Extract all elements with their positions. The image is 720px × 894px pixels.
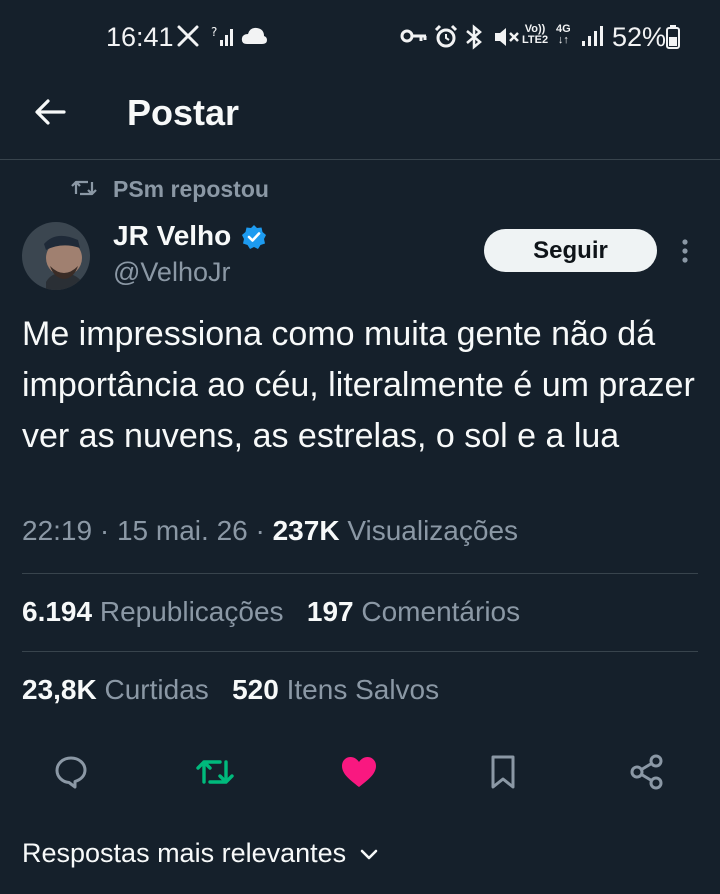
comments-label: Comentários [361, 596, 521, 627]
stats-row-1: 6.194 Republicações 197 Comentários [22, 596, 520, 628]
key-icon [400, 24, 428, 48]
likes-stat[interactable]: 23,8K Curtidas [22, 674, 209, 705]
tweet-meta: 22:19 · 15 mai. 26 · 237K Visualizações [22, 515, 518, 547]
stats-row-2: 23,8K Curtidas 520 Itens Salvos [22, 674, 439, 706]
reply-icon [55, 756, 87, 789]
like-icon [342, 757, 376, 787]
cloud-icon [240, 24, 268, 48]
avatar[interactable] [22, 222, 90, 290]
meta-divider [22, 573, 698, 574]
author-handle[interactable]: @VelhoJr [113, 257, 230, 288]
status-bar: 16:41 ? Vo)) LTE2 4G ↓↑ 52% [0, 0, 720, 78]
likes-count: 23,8K [22, 674, 97, 705]
reposts-stat[interactable]: 6.194 Republicações [22, 596, 284, 627]
saves-count: 520 [232, 674, 279, 705]
tweet-text: Me impressiona como muita gente não dá i… [22, 315, 695, 455]
views-count: 237K [272, 515, 340, 546]
share-icon [630, 754, 663, 790]
signal-icon [580, 24, 604, 48]
more-vertical-icon [682, 239, 688, 263]
share-button[interactable] [627, 752, 667, 792]
svg-text:?: ? [211, 25, 217, 39]
meta-separator: · [247, 515, 273, 546]
reply-button[interactable] [51, 752, 91, 792]
bookmark-icon [491, 755, 515, 789]
4g-icon: 4G ↓↑ [556, 23, 571, 46]
no-signal-icon: ? [210, 24, 236, 48]
meta-separator: · [92, 515, 117, 546]
bookmark-button[interactable] [483, 752, 523, 792]
x-logo-icon [176, 24, 200, 48]
battery-icon [666, 24, 680, 50]
comments-stat[interactable]: 197 Comentários [307, 596, 520, 627]
comments-count: 197 [306, 596, 354, 627]
page-title: Postar [127, 92, 240, 133]
battery-percent: 52% [612, 22, 667, 52]
back-button[interactable] [28, 90, 72, 134]
reposts-count: 6.194 [22, 596, 93, 627]
reposts-label: Republicações [99, 596, 284, 627]
likes-label: Curtidas [104, 674, 209, 705]
tweet-time: 22:19 [22, 515, 93, 546]
repost-label[interactable]: PSm repostou [113, 176, 269, 203]
header-divider [0, 159, 720, 160]
repost-indicator-icon [70, 177, 98, 204]
chevron-down-icon [360, 849, 378, 859]
bluetooth-icon [464, 24, 484, 50]
retweet-icon [196, 760, 234, 784]
mute-icon [492, 24, 520, 50]
views-label: Visualizações [347, 515, 519, 546]
verified-badge-icon [241, 224, 267, 255]
volte-bottom-label: LTE2 [522, 34, 549, 46]
tweet-date: 15 mai. 26 [116, 515, 248, 546]
arrow-left-icon [35, 99, 66, 125]
more-options-button[interactable] [674, 234, 696, 268]
author-name[interactable]: JR Velho [113, 220, 231, 252]
volte-icon: Vo)) LTE2 [522, 24, 548, 46]
follow-button[interactable]: Seguir [484, 229, 657, 272]
saves-stat[interactable]: 520 Itens Salvos [232, 674, 439, 705]
stats-divider [22, 651, 698, 652]
replies-sort-dropdown[interactable]: Respostas mais relevantes [22, 838, 380, 869]
status-time: 16:41 [106, 22, 174, 52]
saves-label: Itens Salvos [286, 674, 440, 705]
alarm-icon [433, 24, 459, 50]
like-button[interactable] [339, 752, 379, 792]
retweet-button[interactable] [195, 752, 235, 792]
replies-sort-label: Respostas mais relevantes [22, 838, 347, 868]
